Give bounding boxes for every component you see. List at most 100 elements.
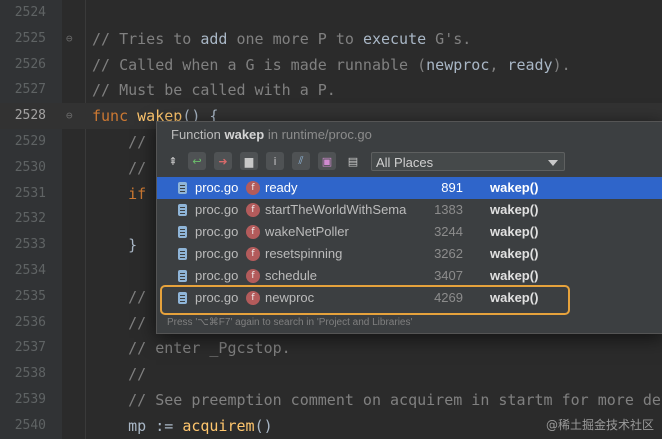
go-file-icon — [178, 226, 187, 238]
code-text: // — [92, 129, 146, 155]
usage-line-number: 891 — [441, 180, 463, 195]
window-icon[interactable]: ▤ — [344, 152, 362, 170]
code-line[interactable]: 2526 // Called when a G is made runnable … — [0, 52, 662, 78]
code-token: add — [200, 29, 228, 48]
usage-row[interactable]: proc.go f wakeNetPoller 3244 wakep() — [157, 221, 662, 243]
code-text: if — [92, 181, 146, 207]
code-text: // — [92, 361, 146, 387]
code-token: // — [92, 158, 147, 177]
usage-target: wakep() — [490, 202, 539, 217]
regex-icon[interactable]: ▣ — [318, 152, 336, 170]
go-file-icon — [178, 182, 187, 194]
watermark: @稀土掘金技术社区 — [545, 418, 654, 432]
usage-row[interactable]: proc.go f startTheWorldWithSema 1383 wakep() — [157, 199, 662, 221]
info-icon[interactable]: i — [266, 152, 284, 170]
popup-title: Function wakep in runtime/proc.go — [157, 122, 662, 148]
code-token: // Tries to — [92, 29, 201, 48]
code-line[interactable]: 2537 // enter _Pgcstop. — [0, 335, 662, 361]
jump-to-source-icon[interactable]: ↩ — [188, 152, 206, 170]
usage-target: wakep() — [490, 268, 539, 283]
usage-caller: startTheWorldWithSema — [265, 202, 407, 217]
code-token: } — [92, 236, 138, 255]
fold-icon[interactable]: ⊖ — [66, 26, 73, 52]
line-number: 2536 — [14, 314, 46, 330]
code-line[interactable]: 2524 — [0, 0, 662, 26]
usage-line-number: 1383 — [434, 202, 463, 217]
function-badge-icon: f — [246, 247, 260, 261]
code-text: // Called when a G is made runnable (new… — [92, 52, 571, 78]
code-token: mp := — [92, 416, 183, 435]
code-token: // Must be called with a P. — [92, 81, 336, 100]
go-file-icon — [178, 270, 187, 282]
code-text: // Must be called with a P. — [92, 77, 336, 103]
function-badge-icon: f — [246, 225, 260, 239]
usage-target: wakep() — [490, 180, 539, 195]
line-number: 2537 — [14, 340, 46, 356]
line-number: 2529 — [14, 134, 46, 149]
code-token: ready — [507, 55, 553, 74]
code-token: // — [92, 313, 147, 332]
code-line[interactable]: 2539 // See preemption comment on acquir… — [0, 387, 662, 413]
code-token: // Called when a G is made runnable ( — [92, 55, 427, 74]
code-line[interactable]: 2527 // Must be called with a P. — [0, 77, 662, 103]
usage-row[interactable]: proc.go f ready 891 wakep() — [157, 177, 662, 199]
usage-file: proc.go — [195, 268, 239, 283]
usage-line-number: 3244 — [434, 224, 463, 239]
highlight-box — [160, 285, 570, 315]
code-text: // — [92, 310, 146, 336]
code-token: func — [92, 107, 138, 126]
code-text: mp := acquirem() — [92, 413, 273, 439]
usage-row[interactable]: proc.go f schedule 3407 wakep() — [157, 265, 662, 287]
line-number: 2532 — [14, 211, 46, 227]
usage-row[interactable]: proc.go f resetspinning 3262 wakep() — [157, 243, 662, 265]
line-number: 2533 — [14, 237, 46, 253]
code-token: acquirem — [182, 416, 255, 435]
usage-caller: schedule — [265, 268, 318, 283]
usage-file: proc.go — [195, 224, 239, 239]
code-token: ). — [552, 55, 571, 74]
filter-icon[interactable]: ⫽ — [292, 152, 310, 170]
pin-icon[interactable]: ⇞ — [164, 152, 182, 170]
function-badge-icon: f — [246, 269, 260, 283]
line-number: 2535 — [14, 288, 46, 304]
code-token: execute — [362, 29, 427, 48]
code-token: // See preemption comment on acquirem in… — [92, 391, 662, 409]
folder-icon[interactable]: ▆ — [240, 152, 258, 170]
code-text: // See preemption comment on acquirem in… — [92, 387, 662, 413]
move-to-icon[interactable]: ➜ — [214, 152, 232, 170]
code-token: // — [92, 133, 147, 151]
popup-hint: Press '⌥⌘F7' again to search in 'Project… — [167, 317, 413, 328]
usage-file: proc.go — [195, 246, 239, 261]
code-line[interactable]: 2525 ⊖ // Tries to add one more P to execu… — [0, 26, 662, 52]
chevron-down-icon — [548, 160, 558, 166]
code-text: // — [92, 284, 146, 310]
scope-dropdown[interactable]: All Places — [371, 152, 565, 171]
code-token: // enter _Pgcstop. — [92, 339, 291, 358]
code-token: G's. — [426, 29, 472, 48]
code-text: // Tries to add one more P to execute G'… — [92, 26, 471, 52]
popup-location: in runtime/proc.go — [264, 127, 372, 142]
code-text: } — [92, 232, 137, 258]
code-text: // enter _Pgcstop. — [92, 335, 291, 361]
line-number: 2534 — [14, 263, 46, 278]
line-number: 2539 — [14, 392, 46, 407]
function-badge-icon: f — [246, 203, 260, 217]
line-number: 2531 — [14, 185, 46, 201]
code-text: // — [92, 155, 146, 181]
popup-function-name: wakep — [224, 127, 265, 142]
go-file-icon — [178, 204, 187, 216]
code-token: // — [92, 365, 147, 384]
line-number: 2528 — [14, 108, 46, 124]
code-token: // — [92, 287, 147, 306]
line-number: 2530 — [14, 159, 46, 175]
popup-toolbar: ⇞ ↩ ➜ ▆ i ⫽ ▣ ▤ All Places — [157, 150, 662, 176]
line-number: 2525 — [14, 30, 46, 46]
code-token: if — [92, 184, 147, 203]
line-number: 2527 — [14, 82, 46, 98]
fold-icon[interactable]: ⊖ — [66, 103, 73, 129]
code-line[interactable]: 2538 // — [0, 361, 662, 387]
function-badge-icon: f — [246, 181, 260, 195]
code-token: one more P to — [227, 29, 363, 48]
usage-caller: wakeNetPoller — [265, 224, 349, 239]
code-token: newproc — [426, 55, 490, 74]
